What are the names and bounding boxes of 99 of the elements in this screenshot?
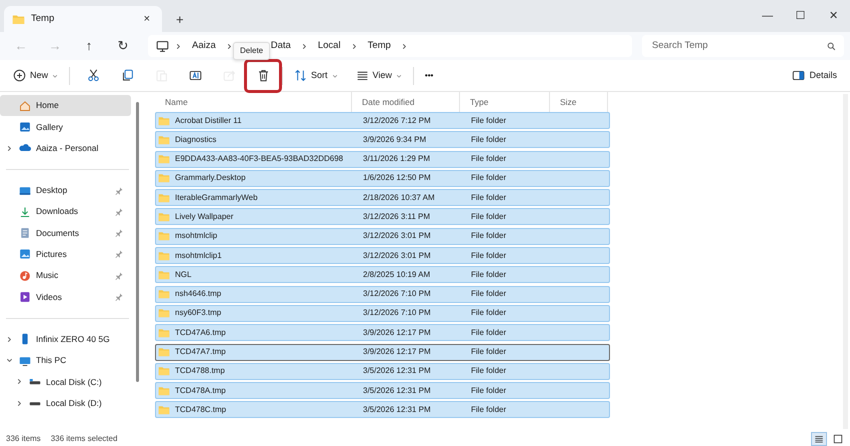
file-row[interactable]: IterableGrammarlyWeb 2/18/2026 10:37 AM File folder — [155, 189, 610, 206]
file-name: msohtmlclip — [175, 230, 218, 242]
more-button[interactable]: ••• — [418, 62, 440, 88]
table-cell-text: File folder — [470, 210, 508, 223]
file-row[interactable]: msohtmlclip 3/12/2026 3:01 PM File folder — [155, 228, 610, 245]
file-row[interactable]: E9DDA433-AA83-40F3-BEA5-93BAD32DD698 3/11/2026 1:29 PM File folder — [155, 150, 610, 168]
file-name: TCD478C.tmp — [175, 404, 226, 416]
tab-title: Temp — [31, 12, 54, 26]
file-name: Grammarly.Desktop — [175, 172, 246, 184]
file-name: msohtmlclip1 — [175, 250, 222, 262]
minimize-button[interactable]: — — [751, 6, 784, 26]
sidebar-item[interactable]: This PC — [0, 350, 131, 372]
file-row[interactable]: msohtmlclip1 3/12/2026 3:01 PM File folder — [155, 247, 610, 264]
file-name: IterableGrammarlyWeb — [175, 192, 258, 204]
file-name: TCD47A6.tmp — [175, 326, 226, 339]
sidebar-item[interactable]: Documents — [0, 222, 131, 244]
file-row[interactable]: Acrobat Distiller 11 3/12/2026 7:12 PM File folder — [155, 112, 610, 129]
item-count: 336 items — [6, 433, 41, 445]
maximize-button[interactable]: ☐ — [784, 6, 817, 26]
close-button[interactable]: ✕ — [817, 6, 850, 26]
new-tab-button[interactable]: + — [172, 13, 188, 26]
table-cell-text: File folder — [470, 326, 508, 339]
sidebar-item[interactable]: Videos — [0, 286, 131, 308]
up-button[interactable]: ↑ — [74, 36, 104, 56]
table-cell-text: 3/12/2026 3:11 PM — [362, 210, 432, 223]
table-cell-text: 1/6/2026 12:50 PM — [362, 172, 432, 184]
toolbar-button[interactable]: New — [6, 62, 66, 88]
sidebar-item[interactable]: Infinix ZERO 40 5G — [0, 328, 131, 350]
file-row[interactable]: Lively Wallpaper 3/12/2026 3:11 PM File folder — [155, 208, 610, 226]
file-name: Acrobat Distiller 11 — [175, 114, 242, 126]
table-cell-text: 3/5/2026 12:31 PM — [362, 404, 432, 416]
sidebar-item[interactable]: Downloads — [0, 201, 131, 222]
sidebar-item[interactable]: Home — [0, 95, 131, 116]
table-cell-text: 2/8/2025 10:19 AM — [362, 268, 432, 281]
breadcrumb[interactable]: Temp — [364, 38, 395, 54]
table-cell-text: File folder — [470, 346, 508, 358]
file-name: E9DDA433-AA83-40F3-BEA5-93BAD32DD698 — [175, 153, 344, 166]
table-cell-text: File folder — [470, 153, 508, 166]
sidebar-item[interactable]: Aaiza - Personal — [0, 138, 131, 159]
close-tab-button[interactable]: × — [140, 14, 154, 24]
sidebar-item[interactable]: Pictures — [0, 244, 131, 266]
sidebar-item[interactable]: Local Disk (D:) — [0, 392, 131, 414]
file-row[interactable]: Grammarly.Desktop 1/6/2026 12:50 PM File folder — [155, 170, 610, 187]
search-field[interactable]: Search Temp — [642, 35, 844, 57]
sidebar-item[interactable]: Desktop — [0, 180, 131, 202]
sidebar-item[interactable]: Music — [0, 265, 131, 286]
table-cell-text: 3/12/2026 7:12 PM — [362, 114, 432, 126]
details-button[interactable]: Details — [785, 62, 844, 88]
table-cell-text: File folder — [470, 134, 508, 146]
tooltip: Delete — [233, 42, 270, 60]
table-cell-text: 3/5/2026 12:31 PM — [362, 365, 432, 378]
toolbar-button[interactable]: View — [348, 62, 409, 88]
tab[interactable]: Temp × — [4, 6, 162, 32]
table-cell-text: 3/9/2026 9:34 PM — [362, 134, 428, 146]
refresh-button[interactable]: ↻ — [108, 36, 138, 56]
file-row[interactable]: TCD47A7.tmp 3/9/2026 12:17 PM File folder — [155, 344, 610, 361]
file-row[interactable]: Diagnostics 3/9/2026 9:34 PM File folder — [155, 131, 610, 148]
selection-count: 336 items selected — [50, 433, 118, 445]
file-row[interactable]: TCD478A.tmp 3/5/2026 12:31 PM File folder — [155, 382, 610, 400]
table-cell-text: File folder — [470, 384, 508, 397]
table-cell-text: 3/9/2026 12:17 PM — [362, 346, 432, 358]
table-cell-text: File folder — [470, 404, 508, 416]
file-name: TCD4788.tmp — [175, 365, 225, 378]
table-cell-text: File folder — [470, 230, 508, 242]
table-cell-text: File folder — [470, 114, 508, 126]
table-cell-text: File folder — [470, 288, 508, 300]
breadcrumb[interactable]: Local — [314, 38, 345, 54]
file-name: NGL — [175, 268, 192, 281]
file-name: TCD47A7.tmp — [175, 346, 226, 358]
file-row[interactable]: nsy60F3.tmp 3/12/2026 7:10 PM File folder — [155, 304, 610, 322]
table-cell-text: File folder — [470, 365, 508, 378]
toolbar-button[interactable]: Sort — [287, 62, 345, 88]
table-cell-text: File folder — [470, 307, 508, 320]
file-name: Diagnostics — [175, 134, 216, 146]
table-cell-text: File folder — [470, 172, 508, 184]
table-cell-text: 2/18/2026 10:37 AM — [362, 192, 436, 204]
table-cell-text: 3/12/2026 7:10 PM — [362, 307, 432, 320]
file-row[interactable]: TCD47A6.tmp 3/9/2026 12:17 PM File folder — [155, 324, 610, 342]
table-cell-text: 3/12/2026 3:01 PM — [362, 230, 432, 242]
breadcrumb[interactable]: Aaiza — [188, 38, 220, 54]
file-row[interactable]: TCD478C.tmp 3/5/2026 12:31 PM File folder — [155, 401, 610, 418]
table-cell-text: File folder — [470, 268, 508, 281]
table-cell-text: 3/12/2026 3:01 PM — [362, 250, 432, 262]
search-input[interactable]: Search Temp — [650, 38, 827, 54]
sidebar-item[interactable]: Gallery — [0, 116, 131, 138]
table-cell-text: File folder — [470, 192, 508, 204]
table-cell-text: 3/11/2026 1:29 PM — [362, 153, 432, 166]
table-cell-text: 3/12/2026 7:10 PM — [362, 288, 432, 300]
file-name: nsy60F3.tmp — [175, 307, 222, 320]
sidebar-item[interactable]: Local Disk (C:) — [0, 371, 131, 393]
file-row[interactable]: TCD4788.tmp 3/5/2026 12:31 PM File folder — [155, 362, 610, 380]
file-row[interactable]: NGL 2/8/2025 10:19 AM File folder — [155, 266, 610, 284]
file-name: TCD478A.tmp — [175, 384, 226, 397]
file-name: Lively Wallpaper — [175, 210, 234, 223]
table-cell-text: 3/9/2026 12:17 PM — [362, 326, 432, 339]
table-cell-text: File folder — [470, 250, 508, 262]
file-name: nsh4646.tmp — [175, 288, 222, 300]
table-cell-text: 3/5/2026 12:31 PM — [362, 384, 432, 397]
file-row[interactable]: nsh4646.tmp 3/12/2026 7:10 PM File folder — [155, 286, 610, 303]
